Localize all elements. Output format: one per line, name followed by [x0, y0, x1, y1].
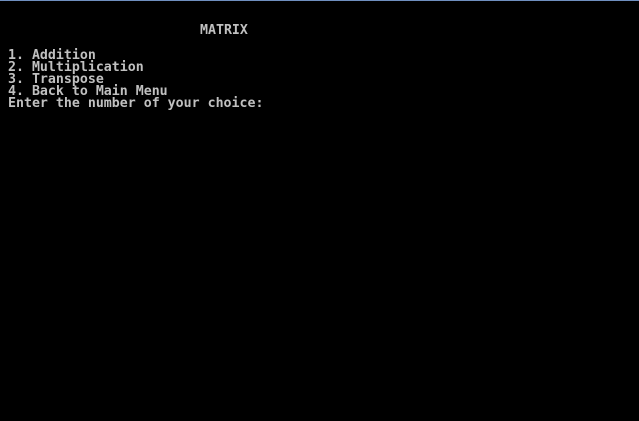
console-window[interactable]: MATRIX 1. Addition 2. Multiplication 3. …: [0, 1, 639, 421]
choice-prompt[interactable]: Enter the number of your choice:: [8, 97, 263, 110]
menu-title: MATRIX: [200, 23, 248, 38]
